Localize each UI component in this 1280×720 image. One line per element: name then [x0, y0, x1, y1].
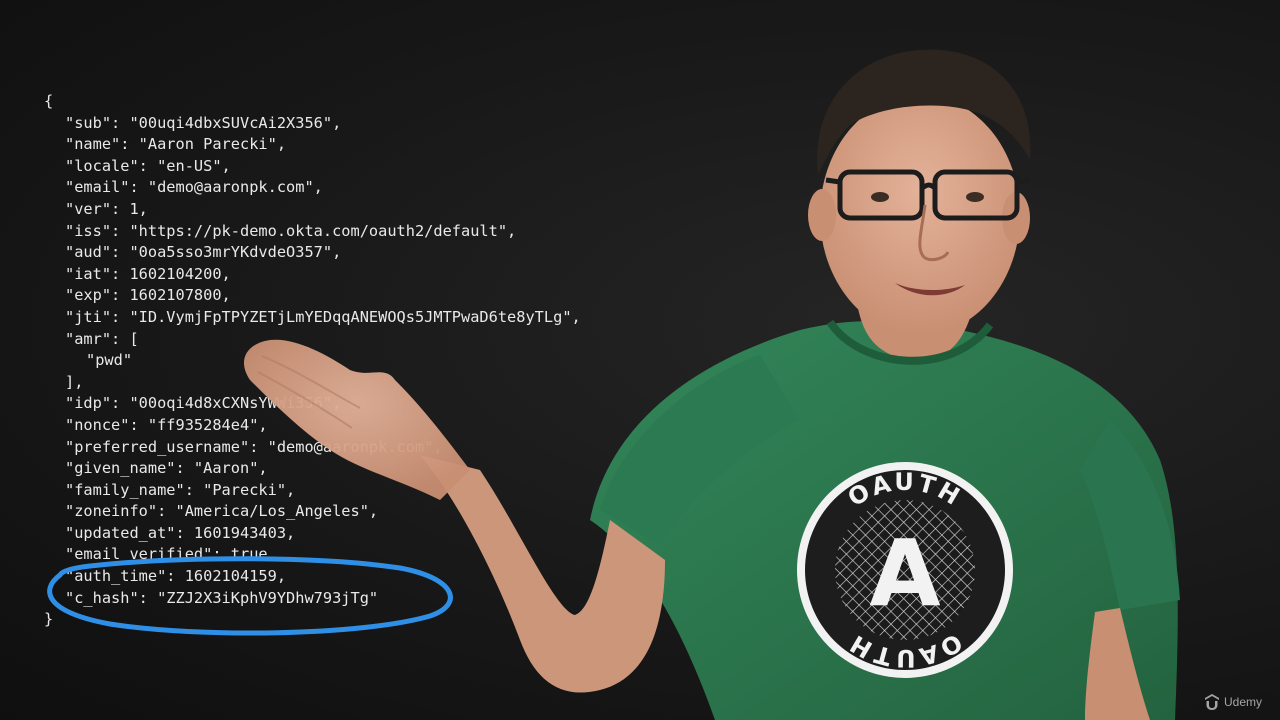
ear-left	[808, 189, 836, 241]
logo-letter: A	[869, 520, 940, 627]
udemy-logo-icon	[1204, 694, 1219, 710]
oauth-logo: OAUTH OAUTH A	[797, 462, 1013, 678]
presenter: OAUTH OAUTH A	[243, 49, 1180, 720]
video-frame: {"sub": "00uqi4dbxSUVcAi2X356", "name": "…	[0, 0, 1280, 720]
watermark-label: Udemy	[1223, 695, 1262, 709]
udemy-watermark: Udemy	[1204, 694, 1262, 710]
